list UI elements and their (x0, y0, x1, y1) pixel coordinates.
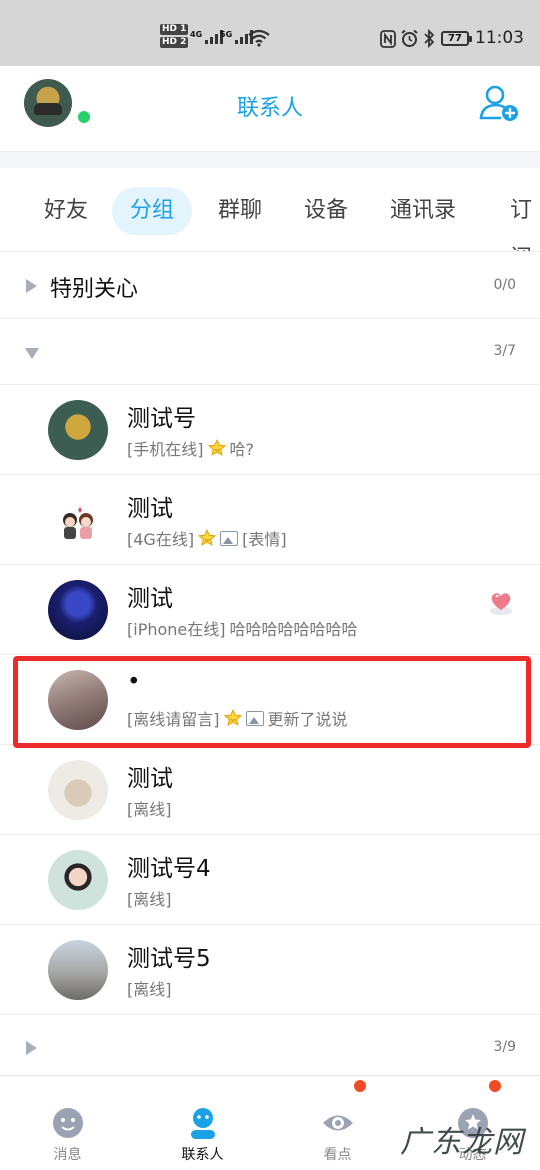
group-count: 3/9 (493, 1039, 516, 1055)
tab-devices[interactable]: 设备 (304, 187, 348, 235)
group-collapsed[interactable]: 3/9 (0, 1015, 540, 1075)
notification-dot (489, 1080, 501, 1092)
contact-row[interactable]: 测试号5 [离线] (0, 925, 540, 1015)
contact-status-line: [离线] (127, 796, 172, 820)
online-status: [离线] (127, 800, 172, 819)
heart-badge-icon[interactable] (486, 587, 516, 617)
add-friend-icon[interactable] (478, 82, 520, 124)
online-status: [4G在线] (127, 530, 195, 549)
contact-avatar (48, 490, 108, 550)
contact-row[interactable]: 测试 [4G在线] [表情] (0, 475, 540, 565)
page-title: 联系人 (236, 96, 303, 121)
clock: 11:03 (475, 28, 524, 48)
online-status: [离线] (127, 890, 172, 909)
expand-arrow-icon (26, 279, 37, 293)
contact-name: 测试 (127, 766, 173, 792)
group-special-care[interactable]: 特别关心 0/0 (0, 253, 540, 319)
contact-status-line: [离线] (127, 886, 172, 910)
nfc-icon (380, 30, 396, 48)
tab-friends[interactable]: 好友 (44, 187, 88, 235)
expand-arrow-icon (26, 1041, 37, 1055)
image-icon (220, 530, 239, 546)
contacts-icon (190, 1108, 215, 1139)
collapse-arrow-icon (25, 348, 39, 359)
online-status: [离线请留言] (127, 710, 220, 729)
tab-address-book[interactable]: 通讯录 (390, 187, 456, 235)
star-icon (198, 529, 217, 546)
star-icon (223, 709, 242, 726)
nav-messages[interactable]: 消息 (0, 1076, 135, 1170)
contact-status-line: [手机在线] 哈? (127, 436, 254, 460)
nav-label: 看点 (323, 1147, 352, 1163)
contact-avatar (48, 940, 108, 1000)
contact-avatar (48, 670, 108, 730)
wifi-icon (248, 29, 270, 47)
contact-name: 测试 (127, 496, 173, 522)
hd1-label: HD 1 (160, 24, 189, 35)
tab-subscriptions[interactable]: 订阅 (502, 187, 540, 251)
group-expanded[interactable]: 3/7 (0, 319, 540, 385)
contact-status-line: [iPhone在线] 哈哈哈哈哈哈哈哈 (127, 616, 358, 640)
hd2-label: HD 2 (160, 37, 189, 48)
group-count: 3/7 (493, 343, 516, 359)
status-bar: HD 1 HD 2 4G 5G 77 11:03 (0, 0, 540, 66)
nav-contacts[interactable]: 联系人 (135, 1076, 270, 1170)
contact-row[interactable]: 测试 [离线] (0, 745, 540, 835)
latest-message: 哈哈哈哈哈哈哈哈 (229, 620, 358, 639)
signal-4g-icon: 4G (190, 30, 224, 44)
contact-avatar (48, 580, 108, 640)
latest-message: [表情] (242, 530, 287, 549)
bluetooth-icon (424, 29, 435, 48)
contact-row[interactable]: 测试号4 [离线] (0, 835, 540, 925)
eye-icon (322, 1115, 353, 1131)
contact-name: 测试号5 (127, 946, 211, 972)
online-status: [离线] (127, 980, 172, 999)
nav-label: 消息 (53, 1147, 82, 1163)
group-name: 特别关心 (50, 277, 139, 302)
net1-label: 4G (190, 30, 203, 39)
contact-avatar (48, 400, 108, 460)
contact-name: 测试 (127, 586, 173, 612)
battery-icon: 77 (441, 31, 472, 46)
contact-status-line: [离线] (127, 976, 172, 1000)
hd-indicator: HD 1 HD 2 (160, 24, 189, 50)
contact-name: 测试号 (127, 406, 196, 432)
contact-status-line: [离线请留言] 更新了说说 (127, 706, 348, 730)
notification-dot (354, 1080, 366, 1092)
section-divider (0, 152, 540, 168)
image-icon (245, 710, 264, 726)
tab-groups[interactable]: 分组 (112, 187, 193, 235)
messages-icon (52, 1108, 83, 1138)
contact-row[interactable]: • [离线请留言] 更新了说说 (0, 655, 540, 745)
online-status: [手机在线] (127, 440, 204, 459)
contact-row[interactable]: 测试 [iPhone在线] 哈哈哈哈哈哈哈哈 (0, 565, 540, 655)
contact-name: • (127, 669, 141, 695)
contact-avatar (48, 850, 108, 910)
latest-message: 更新了说说 (267, 710, 348, 729)
couple-illustration-icon (63, 507, 93, 539)
contact-status-line: [4G在线] [表情] (127, 526, 287, 550)
contact-name: 测试号4 (127, 856, 211, 882)
net2-label: 5G (220, 30, 233, 39)
watermark: 广东龙网 (400, 1125, 524, 1160)
header-bar: 联系人 (0, 66, 540, 152)
contact-avatar (48, 760, 108, 820)
nav-highlights[interactable]: 看点 (270, 1076, 405, 1170)
tab-group-chats[interactable]: 群聊 (218, 187, 262, 235)
group-count: 0/0 (493, 277, 516, 293)
online-status: [iPhone在线] (127, 620, 226, 639)
nav-label: 联系人 (181, 1147, 224, 1163)
latest-message: 哈? (229, 440, 255, 459)
contact-row[interactable]: 测试号 [手机在线] 哈? (0, 385, 540, 475)
tab-bar: 好友 分组 群聊 设备 通讯录 订阅 (0, 168, 540, 252)
alarm-icon (401, 29, 418, 47)
star-icon (207, 439, 226, 456)
